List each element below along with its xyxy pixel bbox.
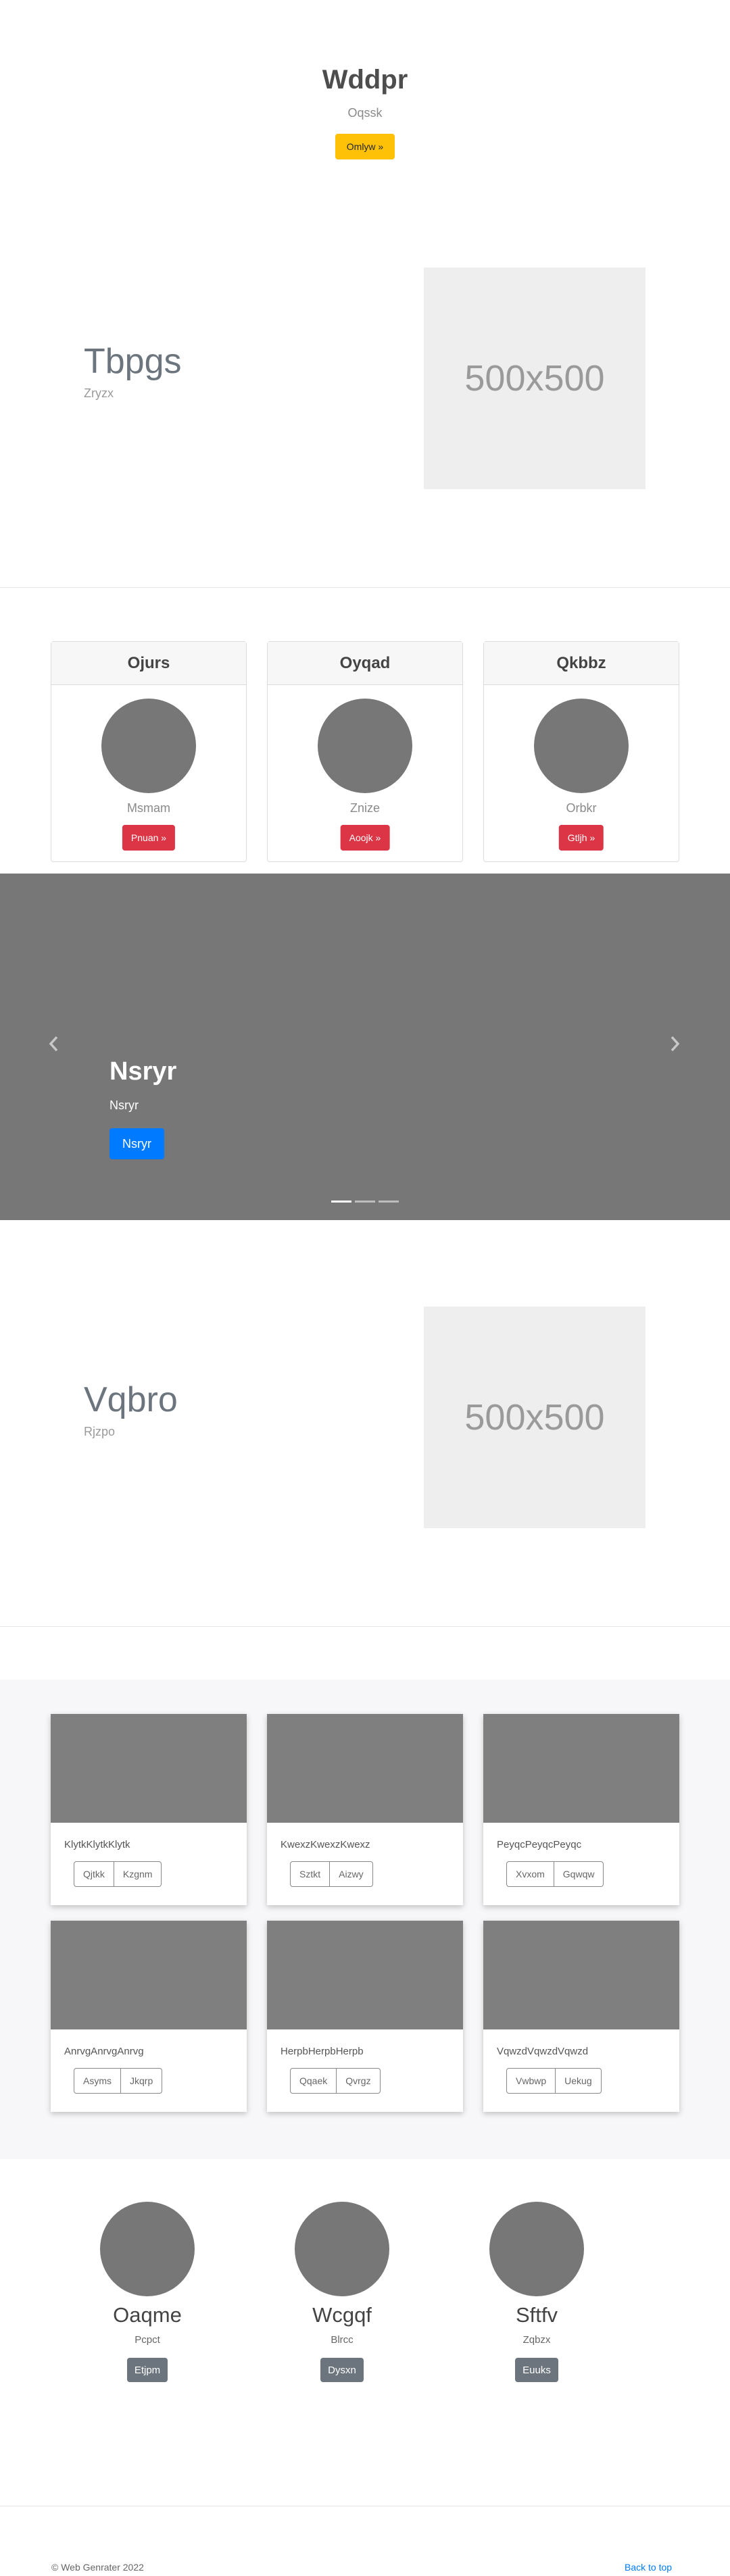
album-card: PeyqcPeyqcPeyqc Xvxom Gqwqw bbox=[483, 1714, 679, 1905]
album-card-image bbox=[483, 1714, 679, 1823]
album-card-image bbox=[51, 1921, 247, 2029]
album-card-text: PeyqcPeyqcPeyqc bbox=[497, 1839, 582, 1850]
button-group: Vwbwp Uekug bbox=[506, 2068, 602, 2094]
feature2-title: Vqbro bbox=[84, 1380, 178, 1419]
pricing-card-button[interactable]: Gtljh » bbox=[558, 825, 604, 851]
album-card: HerpbHerpbHerpb Qqaek Qvrgz bbox=[267, 1921, 463, 2112]
pricing-card: Qkbbz Orbkr Gtljh » bbox=[483, 641, 679, 862]
pricing-card-name: Orbkr bbox=[566, 801, 597, 815]
team-member-name: Oaqme bbox=[113, 2303, 182, 2327]
team-member-role: Blrcc bbox=[331, 2334, 354, 2346]
feature1-image-placeholder: 500x500 bbox=[424, 268, 646, 489]
album-card: VqwzdVqwzdVqwzd Vwbwp Uekug bbox=[483, 1921, 679, 2112]
footer-copyright: © Web Genrater 2022 bbox=[51, 2562, 144, 2573]
team-member: Wcgqf Blrcc Dysxn bbox=[274, 2202, 410, 2382]
carousel-indicator-active[interactable] bbox=[331, 1201, 351, 1203]
album-card-image bbox=[483, 1921, 679, 2029]
album-card: KlytkKlytkKlytk Qjtkk Kzgnm bbox=[51, 1714, 247, 1905]
pricing-card-header: Ojurs bbox=[51, 642, 246, 685]
album-card-image bbox=[51, 1714, 247, 1823]
avatar bbox=[489, 2202, 584, 2296]
album-card-button[interactable]: Vwbwp bbox=[506, 2068, 556, 2094]
album-card-button[interactable]: Sztkt bbox=[290, 1861, 331, 1887]
team-member-button[interactable]: Etjpm bbox=[126, 2358, 168, 2382]
album-card-button[interactable]: Xvxom bbox=[506, 1861, 554, 1887]
button-group: Asyms Jkqrp bbox=[74, 2068, 163, 2094]
pricing-card: Ojurs Msmam Pnuan » bbox=[51, 641, 247, 862]
album-card-image bbox=[267, 1921, 463, 2029]
carousel-button[interactable]: Nsryr bbox=[110, 1128, 164, 1159]
pricing-card-name: Znize bbox=[349, 801, 380, 815]
feature1-title: Tbpgs bbox=[84, 342, 182, 381]
team-member-button[interactable]: Euuks bbox=[515, 2358, 558, 2382]
album-card-button[interactable]: Qvrgz bbox=[337, 2068, 381, 2094]
carousel-subtitle: Nsryr bbox=[110, 1098, 139, 1112]
team-member-button[interactable]: Dysxn bbox=[320, 2358, 364, 2382]
button-group: Qqaek Qvrgz bbox=[290, 2068, 381, 2094]
carousel-indicator[interactable] bbox=[379, 1201, 399, 1203]
album-card-text: KlytkKlytkKlytk bbox=[64, 1839, 130, 1850]
divider bbox=[0, 587, 730, 588]
chevron-left-icon[interactable] bbox=[47, 1032, 59, 1059]
hero-subtitle: Oqssk bbox=[347, 106, 383, 120]
album-card-button[interactable]: Aizwy bbox=[330, 1861, 373, 1887]
carousel-title: Nsryr bbox=[110, 1057, 177, 1086]
team-member: Sftfv Zqbzx Euuks bbox=[469, 2202, 604, 2382]
chevron-right-icon[interactable] bbox=[669, 1032, 681, 1059]
album-card: AnrvgAnrvgAnrvg Asyms Jkqrp bbox=[51, 1921, 247, 2112]
album-card-button[interactable]: Kzgnm bbox=[114, 1861, 162, 1887]
avatar bbox=[534, 699, 629, 793]
pricing-card: Oyqad Znize Aoojk » bbox=[267, 641, 463, 862]
carousel bbox=[0, 874, 730, 1220]
feature1-subtitle: Zryzx bbox=[84, 386, 114, 400]
album-card-text: HerpbHerpbHerpb bbox=[281, 2046, 364, 2057]
pricing-card-header: Oyqad bbox=[268, 642, 462, 685]
album-card-button[interactable]: Gqwqw bbox=[554, 1861, 604, 1887]
button-group: Qjtkk Kzgnm bbox=[74, 1861, 162, 1887]
button-group: Sztkt Aizwy bbox=[290, 1861, 373, 1887]
team-member-name: Sftfv bbox=[515, 2303, 558, 2327]
pricing-card-button[interactable]: Aoojk » bbox=[340, 825, 390, 851]
team-member: Oaqme Pcpct Etjpm bbox=[80, 2202, 215, 2382]
pricing-card-button[interactable]: Pnuan » bbox=[122, 825, 176, 851]
pricing-card-name: Msmam bbox=[127, 801, 170, 815]
team-member-role: Pcpct bbox=[135, 2334, 160, 2346]
pricing-card-header: Qkbbz bbox=[484, 642, 679, 685]
feature2-image-placeholder: 500x500 bbox=[424, 1307, 646, 1528]
team-member-role: Zqbzx bbox=[522, 2334, 551, 2346]
album-card-image bbox=[267, 1714, 463, 1823]
divider bbox=[0, 1626, 730, 1627]
carousel-indicator[interactable] bbox=[355, 1201, 375, 1203]
hero-title: Wddpr bbox=[322, 65, 408, 95]
album-card-button[interactable]: Uekug bbox=[556, 2068, 602, 2094]
avatar bbox=[295, 2202, 389, 2296]
album-card-text: AnrvgAnrvgAnrvg bbox=[64, 2046, 144, 2057]
album-card-button[interactable]: Asyms bbox=[74, 2068, 121, 2094]
album-card: KwexzKwexzKwexz Sztkt Aizwy bbox=[267, 1714, 463, 1905]
album-card-text: KwexzKwexzKwexz bbox=[281, 1839, 370, 1850]
feature2-subtitle: Rjzpo bbox=[84, 1425, 116, 1438]
avatar bbox=[101, 699, 196, 793]
album-card-text: VqwzdVqwzdVqwzd bbox=[497, 2046, 589, 2057]
album-card-button[interactable]: Qjtkk bbox=[74, 1861, 114, 1887]
hero-button[interactable]: Omlyw » bbox=[335, 134, 395, 159]
album-card-button[interactable]: Jkqrp bbox=[121, 2068, 163, 2094]
avatar bbox=[318, 699, 412, 793]
button-group: Xvxom Gqwqw bbox=[506, 1861, 604, 1887]
album-card-button[interactable]: Qqaek bbox=[290, 2068, 337, 2094]
team-member-name: Wcgqf bbox=[312, 2303, 372, 2327]
avatar bbox=[100, 2202, 195, 2296]
back-to-top-link[interactable]: Back to top bbox=[625, 2562, 672, 2573]
